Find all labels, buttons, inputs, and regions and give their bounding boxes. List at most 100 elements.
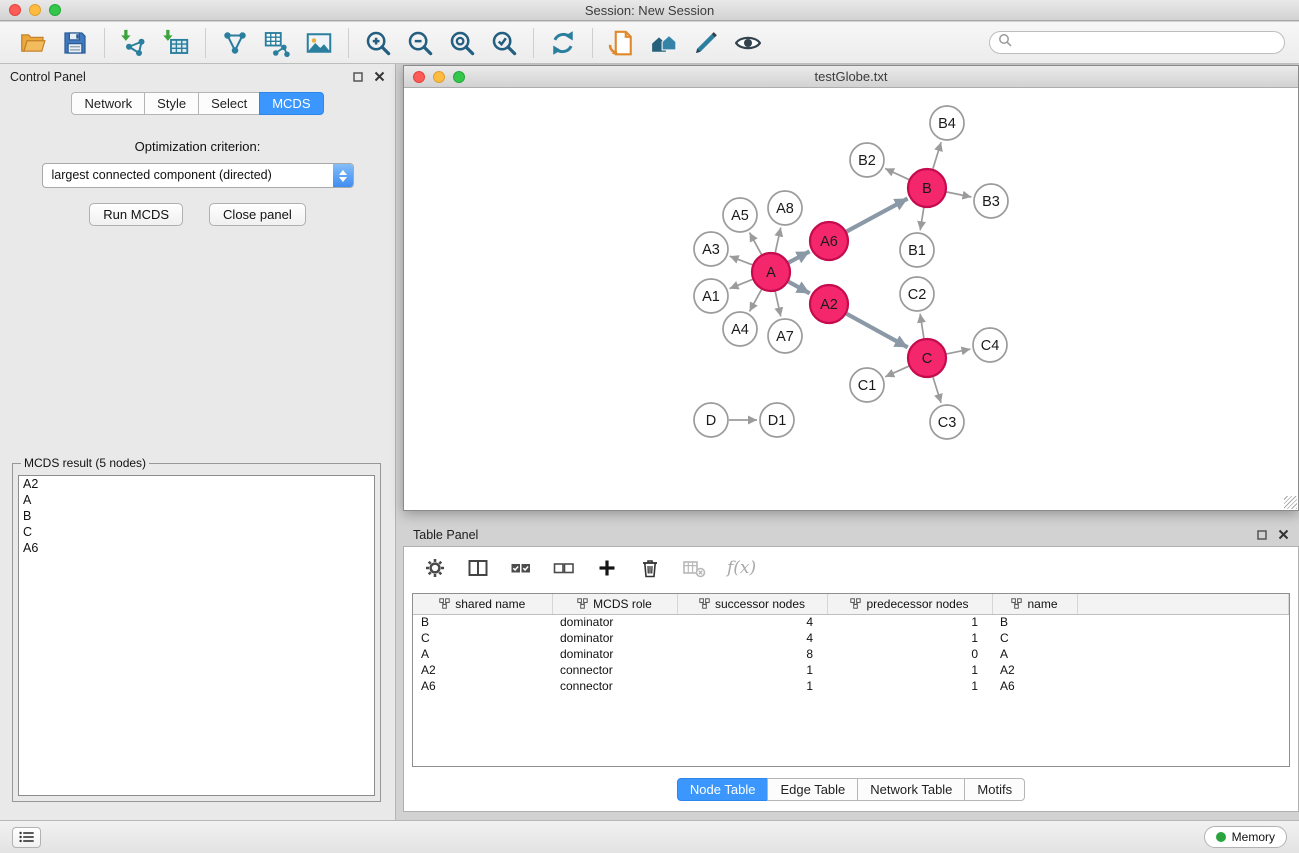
delete-column-trash-icon[interactable]	[639, 557, 661, 579]
tab-motifs[interactable]: Motifs	[964, 778, 1025, 801]
edge-B-B2[interactable]	[885, 168, 909, 179]
node-D[interactable]: D	[694, 403, 728, 437]
tab-mcds[interactable]: MCDS	[259, 92, 323, 115]
node-A4[interactable]: A4	[723, 312, 757, 346]
new-network-icon[interactable]	[220, 28, 250, 58]
run-mcds-button[interactable]: Run MCDS	[89, 203, 183, 226]
mcds-result-item[interactable]: B	[19, 508, 374, 524]
close-panel-icon[interactable]	[374, 71, 385, 82]
close-window-button[interactable]	[9, 4, 21, 16]
node-A3[interactable]: A3	[694, 232, 728, 266]
table-row[interactable]: Adominator80A	[413, 646, 1289, 662]
edge-C-C1[interactable]	[885, 366, 909, 377]
mcds-result-item[interactable]: A	[19, 492, 374, 508]
float-table-panel-icon[interactable]	[1257, 530, 1267, 540]
function-builder-icon[interactable]: f(x)	[727, 558, 756, 578]
zoom-window-button[interactable]	[49, 4, 61, 16]
node-B1[interactable]: B1	[900, 233, 934, 267]
node-C3[interactable]: C3	[930, 405, 964, 439]
memory-button[interactable]: Memory	[1204, 826, 1287, 848]
mcds-result-item[interactable]: C	[19, 524, 374, 540]
edge-C-C3[interactable]	[933, 377, 941, 403]
network-close-button[interactable]	[413, 71, 425, 83]
node-A8[interactable]: A8	[768, 191, 802, 225]
edge-A-A8[interactable]	[775, 228, 780, 253]
node-C[interactable]: C	[908, 339, 946, 377]
search-box[interactable]	[989, 31, 1285, 54]
node-A7[interactable]: A7	[768, 319, 802, 353]
zoom-fit-icon[interactable]	[447, 28, 477, 58]
zoom-in-icon[interactable]	[363, 28, 393, 58]
edge-A-A3[interactable]	[730, 256, 753, 265]
show-hide-panel-eye-icon[interactable]	[733, 28, 763, 58]
node-B2[interactable]: B2	[850, 143, 884, 177]
add-column-icon[interactable]	[596, 557, 618, 579]
select-all-columns-icon[interactable]	[510, 557, 532, 579]
tab-network-table[interactable]: Network Table	[857, 778, 965, 801]
column-header-successor-nodes[interactable]: successor nodes	[677, 594, 827, 614]
edge-A-A4[interactable]	[750, 290, 762, 312]
delete-table-icon[interactable]	[682, 557, 706, 579]
network-zoom-button[interactable]	[453, 71, 465, 83]
tab-style[interactable]: Style	[144, 92, 199, 115]
open-file-icon[interactable]	[18, 28, 48, 58]
table-settings-gear-icon[interactable]	[424, 557, 446, 579]
edge-B-B1[interactable]	[920, 208, 924, 231]
zoom-out-icon[interactable]	[405, 28, 435, 58]
close-panel-button[interactable]: Close panel	[209, 203, 306, 226]
edge-A-A5[interactable]	[750, 233, 762, 255]
node-A1[interactable]: A1	[694, 279, 728, 313]
tab-network[interactable]: Network	[71, 92, 145, 115]
node-A6[interactable]: A6	[810, 222, 848, 260]
import-network-icon[interactable]	[119, 28, 149, 58]
tab-node-table[interactable]: Node Table	[677, 778, 769, 801]
edge-A-A2[interactable]	[789, 282, 810, 294]
task-history-button[interactable]	[12, 827, 41, 848]
mcds-result-list[interactable]: A2ABCA6	[18, 475, 375, 796]
criterion-dropdown[interactable]: largest connected component (directed)	[42, 163, 354, 188]
network-canvas[interactable]: B4B2BB3A5A8A6A3AB1A1A2C2A4A7C4CC1DD1C3	[404, 89, 1298, 510]
dropdown-stepper-icon[interactable]	[333, 164, 353, 187]
node-B3[interactable]: B3	[974, 184, 1008, 218]
column-header-predecessor-nodes[interactable]: predecessor nodes	[827, 594, 992, 614]
node-C1[interactable]: C1	[850, 368, 884, 402]
minimize-window-button[interactable]	[29, 4, 41, 16]
new-network-table-icon[interactable]	[262, 28, 292, 58]
column-header-shared-name[interactable]: shared name	[413, 594, 552, 614]
edge-B-B3[interactable]	[947, 192, 972, 197]
node-A5[interactable]: A5	[723, 198, 757, 232]
table-row[interactable]: Bdominator41B	[413, 614, 1289, 630]
node-B[interactable]: B	[908, 169, 946, 207]
zoom-selected-icon[interactable]	[489, 28, 519, 58]
edge-B-B4[interactable]	[933, 142, 941, 169]
network-overview-icon[interactable]	[649, 28, 679, 58]
edge-A6-B[interactable]	[847, 198, 908, 231]
open-document-icon[interactable]	[607, 28, 637, 58]
node-C4[interactable]: C4	[973, 328, 1007, 362]
deselect-all-columns-icon[interactable]	[553, 557, 575, 579]
mcds-result-item[interactable]: A2	[19, 476, 374, 492]
refresh-icon[interactable]	[548, 28, 578, 58]
column-header-name[interactable]: name	[992, 594, 1077, 614]
search-input[interactable]	[1017, 36, 1276, 50]
node-A2[interactable]: A2	[810, 285, 848, 323]
network-minimize-button[interactable]	[433, 71, 445, 83]
node-D1[interactable]: D1	[760, 403, 794, 437]
mcds-result-item[interactable]: A6	[19, 540, 374, 556]
edge-C-C2[interactable]	[920, 314, 924, 338]
import-table-icon[interactable]	[161, 28, 191, 58]
edge-A2-C[interactable]	[847, 314, 908, 348]
table-row[interactable]: A2connector11A2	[413, 662, 1289, 678]
edge-A-A6[interactable]	[789, 251, 810, 262]
network-window-titlebar[interactable]: testGlobe.txt	[404, 66, 1298, 88]
window-resize-grip[interactable]	[1284, 496, 1297, 509]
tab-select[interactable]: Select	[198, 92, 260, 115]
table-row[interactable]: A6connector11A6	[413, 678, 1289, 694]
edge-C-C4[interactable]	[947, 349, 971, 354]
node-A[interactable]: A	[752, 253, 790, 291]
tab-edge-table[interactable]: Edge Table	[767, 778, 858, 801]
save-session-icon[interactable]	[60, 28, 90, 58]
float-panel-icon[interactable]	[353, 72, 363, 82]
export-image-icon[interactable]	[304, 28, 334, 58]
table-row[interactable]: Cdominator41C	[413, 630, 1289, 646]
